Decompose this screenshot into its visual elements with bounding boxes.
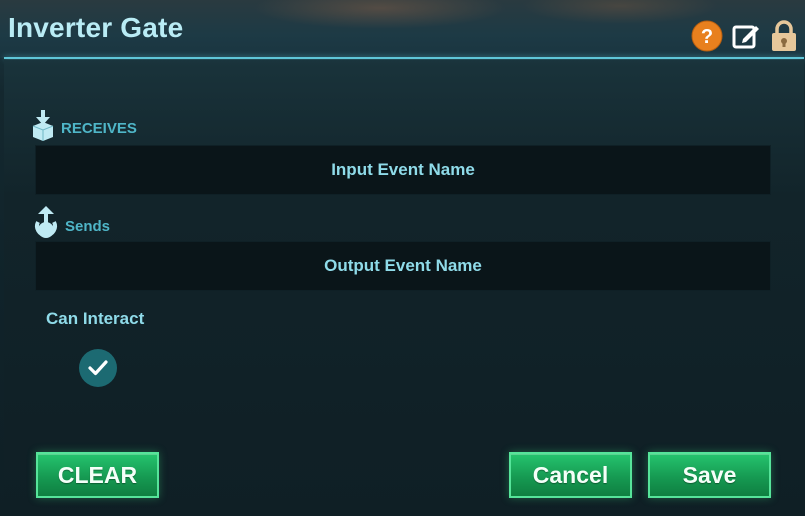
send-arrow-icon — [33, 206, 59, 246]
save-button[interactable]: Save — [648, 452, 771, 498]
input-event-name-field[interactable]: Input Event Name — [35, 145, 771, 195]
header-divider — [4, 57, 804, 59]
sends-label: Sends — [65, 217, 111, 235]
receive-arrow-icon — [31, 110, 55, 146]
receives-section-label: RECEIVES — [31, 110, 137, 146]
help-icon-glyph: ? — [701, 26, 713, 48]
output-event-name-field[interactable]: Output Event Name — [35, 241, 771, 291]
dialog-title: Inverter Gate — [8, 12, 184, 43]
can-interact-checkbox[interactable] — [79, 349, 117, 387]
checkmark-icon — [88, 360, 108, 376]
receives-label: RECEIVES — [61, 119, 137, 137]
help-icon[interactable]: ? — [691, 20, 723, 57]
inverter-gate-dialog: Inverter Gate ? RECEIVES Input Event Nam… — [0, 0, 805, 516]
clear-button[interactable]: CLEAR — [36, 452, 159, 498]
header-icon-group: ? — [691, 20, 799, 57]
sends-section-label: Sends — [33, 206, 110, 246]
can-interact-label: Can Interact — [46, 309, 145, 328]
cancel-button[interactable]: Cancel — [509, 452, 632, 498]
lock-icon[interactable] — [769, 20, 799, 57]
edit-icon[interactable] — [731, 21, 761, 56]
